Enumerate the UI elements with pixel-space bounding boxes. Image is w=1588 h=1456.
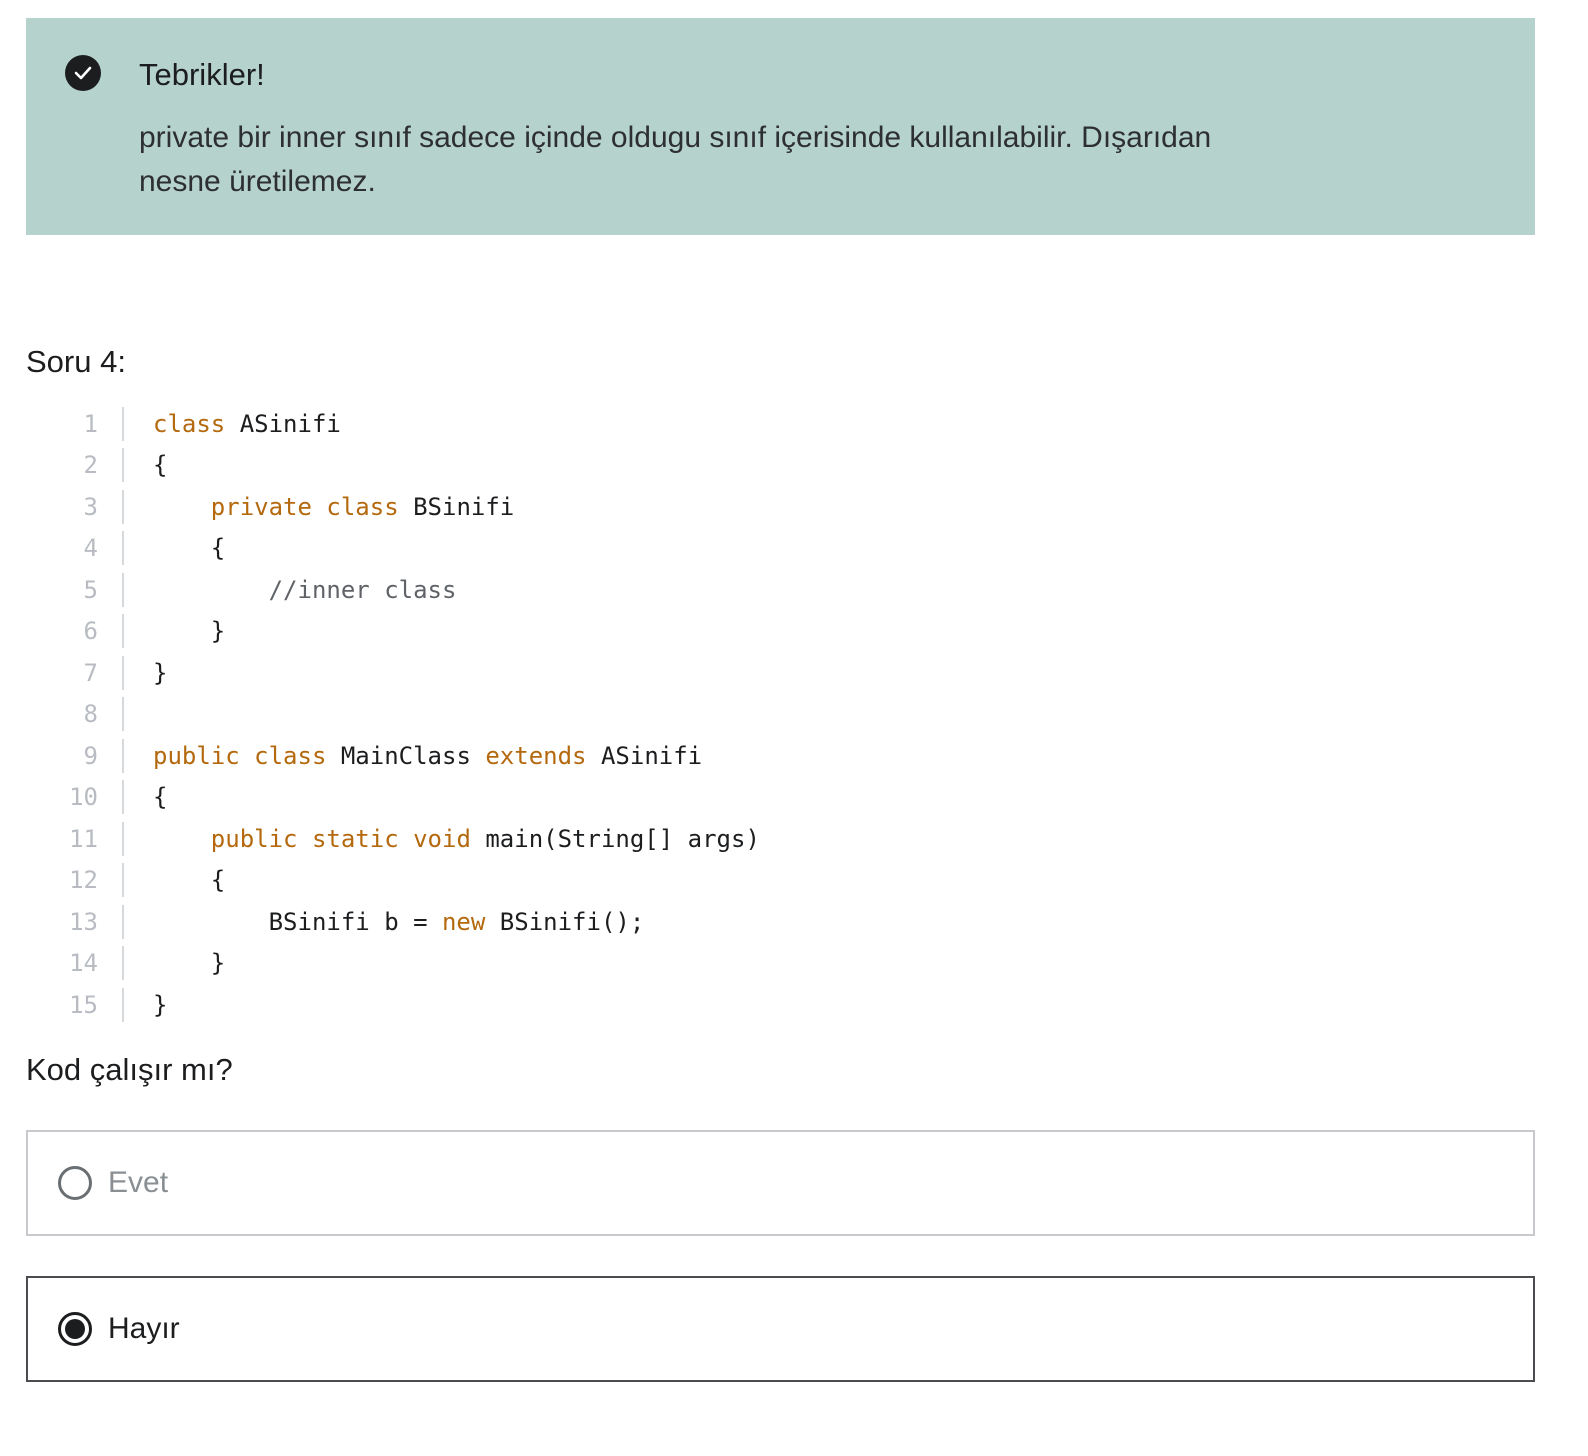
alert-explanation: private bir inner sınıf sadece içinde ol… <box>139 121 1212 198</box>
code-token: } <box>153 617 226 646</box>
answer-option-hayir[interactable]: Hayır <box>26 1276 1535 1382</box>
code-keyword: extends <box>485 741 587 770</box>
check-circle-icon <box>65 55 101 91</box>
code-line: 7} <box>26 652 1535 694</box>
alert-title: Tebrikler! <box>139 57 265 92</box>
code-text: { <box>124 780 167 814</box>
code-text: BSinifi b = new BSinifi(); <box>124 905 645 939</box>
code-token: MainClass <box>326 741 486 770</box>
code-keyword: public <box>210 824 298 853</box>
radio-unchecked-icon[interactable] <box>58 1166 92 1200</box>
code-line: 12 { <box>26 860 1535 902</box>
line-number: 2 <box>26 448 124 483</box>
code-token: { <box>153 866 226 895</box>
code-keyword: public <box>153 741 240 770</box>
code-line: 13 BSinifi b = new BSinifi(); <box>26 901 1535 943</box>
code-token: } <box>153 949 226 978</box>
line-number: 6 <box>26 614 124 649</box>
code-text: { <box>124 448 167 482</box>
code-token: { <box>153 534 226 563</box>
code-token: } <box>153 658 168 687</box>
code-text: } <box>124 946 225 980</box>
code-text: private class BSinifi <box>124 490 514 524</box>
code-keyword: class <box>326 492 399 521</box>
code-comment: //inner class <box>268 575 457 604</box>
code-line: 1 class ASinifi <box>26 403 1535 445</box>
answer-option-label: Hayır <box>108 1312 180 1345</box>
code-keyword: private <box>210 492 312 521</box>
code-line: 11 public static void main(String[] args… <box>26 818 1535 860</box>
code-line: 4 { <box>26 528 1535 570</box>
line-number: 8 <box>26 697 124 732</box>
line-number: 10 <box>26 780 124 815</box>
line-number: 4 <box>26 531 124 566</box>
answer-option-evet[interactable]: Evet <box>26 1130 1535 1236</box>
code-line: 2{ <box>26 445 1535 487</box>
code-line: 15} <box>26 984 1535 1026</box>
code-line: 6 } <box>26 611 1535 653</box>
code-token: ASinifi <box>225 409 341 438</box>
code-keyword: class <box>254 741 327 770</box>
radio-checked-icon[interactable] <box>58 1312 92 1346</box>
line-number: 15 <box>26 987 124 1022</box>
line-number: 5 <box>26 572 124 607</box>
line-number: 9 <box>26 738 124 773</box>
code-keyword: static <box>311 824 399 853</box>
code-text: { <box>124 863 225 897</box>
line-number: 1 <box>26 406 124 441</box>
code-keyword: class <box>153 409 226 438</box>
code-text: { <box>124 531 225 565</box>
code-token: BSinifi(); <box>485 907 645 936</box>
code-token: BSinifi <box>398 492 515 521</box>
code-text: //inner class <box>124 573 457 607</box>
code-token: main(String[] args) <box>470 824 760 853</box>
code-line: 8 <box>26 694 1535 736</box>
code-token: BSinifi b = <box>153 907 442 936</box>
code-token: { <box>153 451 168 480</box>
code-text: } <box>124 614 225 648</box>
answer-option-label: Evet <box>108 1166 169 1199</box>
question-prompt: Kod çalışır mı? <box>26 1052 233 1087</box>
success-alert: Tebrikler! private bir inner sınıf sadec… <box>26 18 1535 235</box>
line-number: 7 <box>26 655 124 690</box>
code-line: 5 //inner class <box>26 569 1535 611</box>
code-text: class ASinifi <box>124 407 341 441</box>
code-line: 9 public class MainClass extends ASinifi <box>26 735 1535 777</box>
code-line: 3 private class BSinifi <box>26 486 1535 528</box>
code-line: 14 } <box>26 943 1535 985</box>
code-keyword: new <box>441 907 486 936</box>
line-number: 11 <box>26 821 124 856</box>
question-title: Soru 4: <box>26 344 126 379</box>
line-number: 14 <box>26 946 124 981</box>
code-text: } <box>124 656 167 690</box>
code-block: 1 class ASinifi 2{3 private class BSinifi 4… <box>26 403 1535 1026</box>
line-number: 12 <box>26 863 124 898</box>
code-token: { <box>153 783 168 812</box>
code-keyword: void <box>413 824 471 853</box>
code-line: 10 { <box>26 777 1535 819</box>
line-number: 13 <box>26 904 124 939</box>
quiz-container: Tebrikler! private bir inner sınıf sadec… <box>26 18 1535 1382</box>
code-token: ASinifi <box>586 741 703 770</box>
line-number: 3 <box>26 489 124 524</box>
code-text: } <box>124 988 167 1022</box>
code-text: public class MainClass extends ASinifi <box>124 739 702 773</box>
code-text: public static void main(String[] args) <box>124 822 760 856</box>
code-token: } <box>153 990 168 1019</box>
